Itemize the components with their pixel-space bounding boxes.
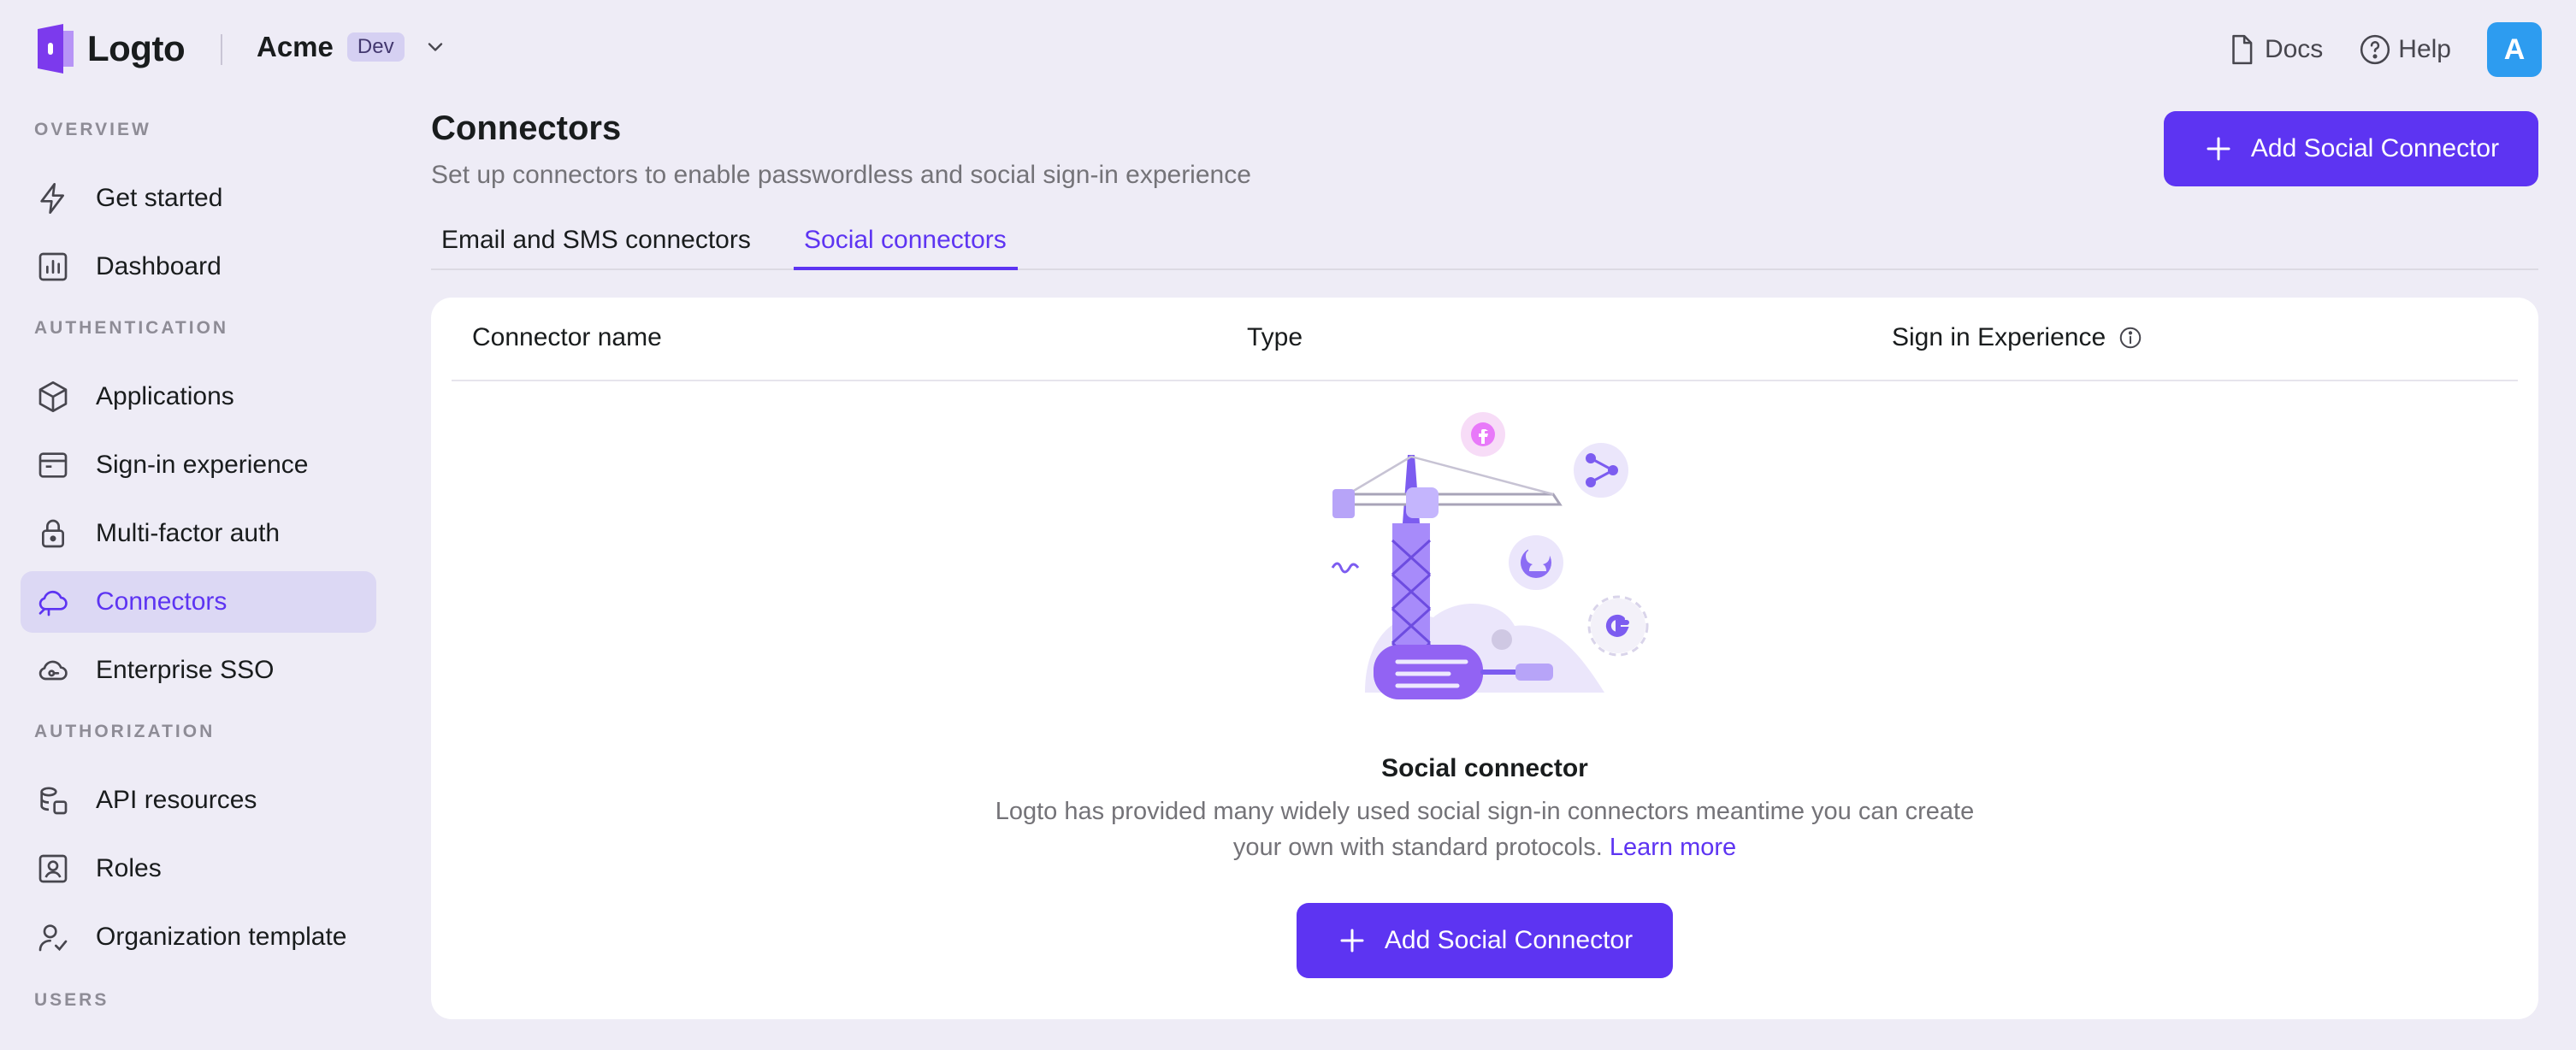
plus-icon [1340, 929, 1364, 953]
sidebar-item-label: Organization template [96, 923, 347, 951]
sidebar-item-label: Roles [96, 854, 162, 882]
chevron-down-icon [428, 43, 442, 51]
empty-state-title: Social connector [1381, 754, 1588, 782]
sidebar-item-get-started[interactable]: Get started [21, 168, 376, 229]
top-divider [221, 34, 222, 65]
section-title-authorization: AUTHORIZATION [34, 722, 216, 741]
sidebar-item-label: Get started [96, 184, 223, 212]
top-right-actions: Docs Help A [2225, 22, 2542, 77]
user-avatar[interactable]: A [2487, 22, 2542, 77]
sidebar-item-applications[interactable]: Applications [21, 366, 376, 428]
column-header-type: Type [1247, 323, 1303, 351]
help-circle-icon [2360, 34, 2390, 65]
plus-icon [2207, 137, 2230, 161]
column-header-connector-name: Connector name [472, 323, 662, 351]
sidebar: OVERVIEW Get started Dashboard AUTHENTIC… [0, 99, 393, 1050]
tenant-name: Acme [257, 31, 334, 62]
empty-state-add-social-connector-button[interactable]: Add Social Connector [1297, 903, 1673, 978]
crane-illustration [1331, 412, 1649, 699]
top-bar: Logto Acme Dev Docs Help A [0, 0, 2576, 99]
empty-state-description: Logto has provided many widely used soci… [972, 793, 1998, 865]
learn-more-link[interactable]: Learn more [1610, 834, 1736, 861]
cube-icon [38, 381, 68, 412]
empty-state-add-social-connector-label: Add Social Connector [1384, 926, 1634, 954]
add-social-connector-label: Add Social Connector [2250, 134, 2500, 162]
sidebar-item-roles[interactable]: Roles [21, 838, 376, 900]
sidebar-item-label: Multi-factor auth [96, 519, 281, 547]
sidebar-item-label: Dashboard [96, 252, 222, 280]
sidebar-item-sign-in-experience[interactable]: Sign-in experience [21, 434, 376, 496]
table-header-divider [452, 380, 2518, 381]
sidebar-item-label: Connectors [96, 587, 227, 616]
docs-link[interactable]: Docs [2225, 33, 2323, 66]
connectors-table-card: Connector name Type Sign in Experience S… [431, 298, 2538, 1019]
empty-state-description-text: Logto has provided many widely used soci… [995, 798, 1975, 861]
column-header-label: Sign in Experience [1892, 323, 2106, 351]
logo-text: Logto [87, 28, 186, 68]
chart-icon [38, 252, 68, 281]
sidebar-item-dashboard[interactable]: Dashboard [21, 236, 376, 298]
sidebar-item-api-resources[interactable]: API resources [21, 770, 376, 831]
sidebar-item-label: Applications [96, 382, 234, 410]
column-header-sign-in-experience: Sign in Experience [1892, 323, 2143, 352]
page-title: Connectors [431, 109, 622, 147]
document-icon [2232, 34, 2253, 65]
sidebar-item-label: Enterprise SSO [96, 656, 275, 684]
page-subtitle: Set up connectors to enable passwordless… [431, 161, 1251, 189]
tenant-selector[interactable]: Acme Dev [257, 31, 447, 63]
logo[interactable]: Logto [34, 24, 186, 74]
docs-label: Docs [2264, 35, 2324, 63]
lightning-icon [40, 183, 64, 215]
user-check-icon [38, 924, 68, 952]
connector-tabs: Email and SMS connectors Social connecto… [431, 207, 2538, 270]
sidebar-item-label: API resources [96, 786, 257, 814]
info-icon[interactable] [2118, 325, 2143, 351]
lock-icon [42, 519, 64, 548]
tab-email-sms-connectors[interactable]: Email and SMS connectors [441, 226, 751, 255]
user-badge-icon [38, 854, 68, 883]
sidebar-item-organization-template[interactable]: Organization template [21, 906, 376, 968]
sidebar-item-label: Sign-in experience [96, 451, 309, 479]
cloud-connector-icon [38, 590, 68, 616]
tenant-env-badge: Dev [346, 32, 405, 62]
cloud-key-icon [38, 660, 68, 681]
section-title-users: USERS [34, 990, 109, 1010]
add-social-connector-button[interactable]: Add Social Connector [2164, 111, 2538, 186]
logto-logo-icon [38, 24, 74, 74]
section-title-overview: OVERVIEW [34, 120, 151, 139]
sidebar-item-connectors[interactable]: Connectors [21, 571, 376, 633]
section-title-authentication: AUTHENTICATION [34, 318, 229, 338]
active-tab-underline [794, 267, 1018, 270]
sidebar-item-enterprise-sso[interactable]: Enterprise SSO [21, 640, 376, 701]
api-stack-icon [40, 787, 68, 815]
browser-window-icon [38, 452, 68, 478]
help-label: Help [2398, 35, 2451, 63]
help-link[interactable]: Help [2359, 33, 2451, 66]
sidebar-item-multi-factor-auth[interactable]: Multi-factor auth [21, 503, 376, 564]
tab-social-connectors[interactable]: Social connectors [804, 226, 1007, 255]
